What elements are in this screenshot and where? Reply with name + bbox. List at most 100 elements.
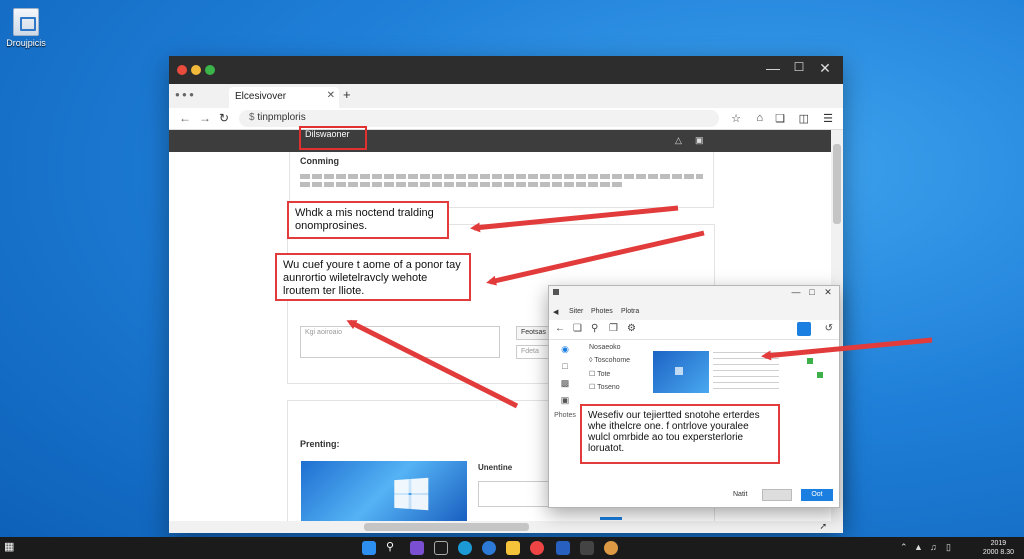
callout-box-1: Whdk a mis noctend tralding onomprosines… [287, 201, 449, 239]
desktop-icon-label: Droujpicis [6, 38, 46, 48]
maximize-dot-icon[interactable] [205, 65, 215, 75]
photos-title-bar[interactable]: — □ ✕ [549, 286, 839, 304]
tab-close-icon[interactable]: ✕ [327, 90, 335, 101]
chrome-active-icon[interactable] [604, 541, 618, 555]
photo-thumbnail[interactable] [653, 351, 709, 393]
side-button[interactable]: Feotsas [516, 326, 550, 340]
share-icon[interactable]: ⚙ [627, 323, 636, 334]
windows-wallpaper-image [301, 461, 467, 521]
photos-callout: Wesefiv our tejiertted snotohe erterdes … [580, 404, 780, 464]
start-icon[interactable]: ▦ [4, 540, 18, 554]
photos-sidebar: ◉ □ ▩ ▣ Photes [553, 344, 577, 429]
close-icon[interactable]: ✕ [821, 287, 835, 298]
url-text: tinpmploris [257, 112, 306, 123]
back-icon[interactable]: ◀ [553, 308, 558, 316]
browser-icon[interactable] [482, 541, 496, 555]
secondary-button[interactable]: Natit [733, 491, 747, 498]
tab-photes[interactable]: Photes [591, 308, 613, 315]
cursor-icon: ➚ [819, 521, 827, 531]
tab-siter[interactable]: Siter [569, 308, 583, 315]
menu-icon[interactable]: ☰ [823, 112, 833, 125]
text-line [300, 174, 703, 179]
back-icon[interactable]: ← [179, 111, 191, 125]
duplicate-icon[interactable]: ❐ [609, 323, 618, 334]
battery-icon[interactable]: ▯ [946, 542, 951, 553]
volume-icon[interactable]: ♫ [930, 542, 937, 552]
folder-icon[interactable] [506, 541, 520, 555]
maximize-icon[interactable]: □ [805, 287, 819, 297]
maximize-icon[interactable]: ☐ [789, 60, 809, 74]
share-icon[interactable]: ▣ [695, 135, 704, 146]
side-field[interactable]: Fdeta [516, 345, 550, 359]
desktop-icon[interactable]: Droujpicis [4, 8, 48, 48]
photos-list: Nosaeoko ◊ Toscohome ☐ Tote ☐ Toseno [589, 344, 630, 396]
taskbar: ▦ ⚲ ⌃ ▲ ♫ ▯ 2019 2000 8.30 [0, 537, 1024, 559]
back-arrow-icon[interactable]: ← [555, 323, 565, 334]
photos-nav-icon[interactable]: ▣ [553, 395, 577, 412]
browser-tab[interactable]: Elcesivover ✕ [229, 87, 339, 108]
windows-start-icon[interactable] [362, 541, 376, 555]
site-header: Dilswaoner △ ▣ [169, 126, 831, 152]
taskview-icon[interactable] [434, 541, 448, 555]
list-item[interactable]: ☐ Toseno [589, 383, 630, 396]
selected-view-icon[interactable] [797, 322, 811, 336]
chevron-up-icon[interactable]: ⌃ [900, 542, 908, 553]
sidebar-label: Photes [554, 412, 576, 419]
clock-time: 2019 [990, 540, 1007, 547]
album-nav-icon[interactable]: ▩ [553, 378, 577, 395]
url-field[interactable]: $ tinpmploris [239, 110, 719, 127]
scroll-thumb-h[interactable] [364, 523, 529, 531]
clock[interactable]: 2019 2000 8.30 [983, 539, 1014, 557]
star-icon[interactable]: ☆ [731, 112, 741, 125]
store-icon[interactable] [556, 541, 570, 555]
list-item-label: Toscohome [594, 357, 631, 364]
collections-icon[interactable]: ◫ [799, 112, 809, 125]
status-dot-icon [807, 358, 813, 364]
more-icon[interactable]: ↺ [825, 323, 833, 334]
tab-strip: ● ● ● Elcesivover ✕ + [169, 84, 843, 108]
home-icon[interactable]: ⌂ [756, 112, 763, 124]
forward-icon[interactable]: → [199, 111, 211, 125]
list-item-label: Tote [597, 371, 611, 378]
search-icon[interactable]: ⚲ [591, 323, 598, 334]
tab-plotra[interactable]: Plotra [621, 308, 639, 315]
new-tab-icon[interactable]: + [343, 87, 351, 102]
tab-controls-icon[interactable]: ● ● ● [175, 90, 194, 99]
folder-nav-icon[interactable]: □ [553, 361, 577, 378]
list-item-label: Toseno [597, 384, 620, 391]
scroll-thumb[interactable] [833, 144, 841, 224]
photos-toolbar: ← ❏ ⚲ ❐ ⚙ ↺ [549, 320, 839, 340]
home-nav-icon[interactable]: ◉ [553, 344, 577, 361]
photos-window: — □ ✕ ◀ Siter Photes Plotra ← ❏ ⚲ ❐ ⚙ ↺ … [548, 285, 840, 508]
list-item[interactable]: Nosaeoko [589, 344, 630, 357]
site-brand[interactable]: Dilswaoner [299, 126, 367, 150]
search-icon[interactable]: ⚲ [386, 540, 400, 554]
tab-title: Elcesivover [235, 91, 287, 102]
lock-site-icon[interactable]: △ [675, 135, 682, 146]
primary-button[interactable]: Oot [801, 489, 833, 501]
extensions-icon[interactable]: ❏ [775, 112, 785, 125]
app-icon[interactable] [580, 541, 594, 555]
horizontal-scrollbar[interactable]: ➚ [169, 521, 831, 533]
network-icon[interactable]: ▲ [914, 542, 923, 552]
title-bar[interactable]: — ☐ ✕ [169, 56, 843, 84]
reload-icon[interactable]: ↻ [219, 111, 229, 125]
progress-indicator [600, 517, 622, 520]
chat-icon[interactable] [410, 541, 424, 555]
copy-icon[interactable]: ❏ [573, 323, 582, 334]
recycle-bin-icon [13, 8, 39, 36]
chrome-icon[interactable] [530, 541, 544, 555]
close-dot-icon[interactable] [177, 65, 187, 75]
intro-card: Conming [289, 152, 714, 208]
minimize-icon[interactable]: — [763, 60, 783, 76]
section2-label: Unentine [478, 463, 513, 472]
list-item[interactable]: ◊ Toscohome [589, 357, 630, 370]
close-icon[interactable]: ✕ [815, 60, 835, 77]
minimize-icon[interactable]: — [789, 287, 803, 297]
list-item[interactable]: ☐ Tote [589, 370, 630, 383]
text-input[interactable]: Kgi aoiroaio [300, 326, 500, 358]
toggle-button[interactable] [762, 489, 792, 501]
minimize-dot-icon[interactable] [191, 65, 201, 75]
app-icon [553, 289, 559, 295]
edge-icon[interactable] [458, 541, 472, 555]
